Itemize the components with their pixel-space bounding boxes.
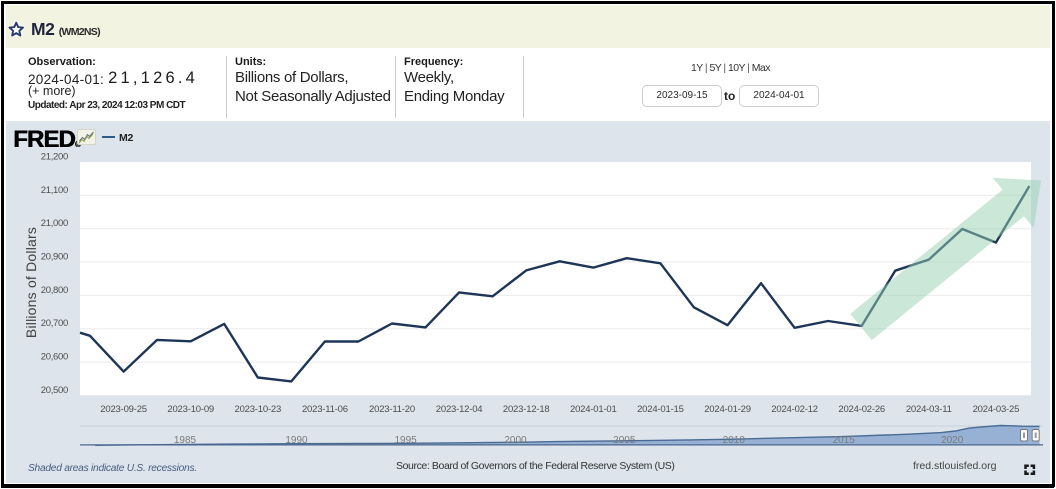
svg-text:20,500: 20,500 — [41, 385, 68, 396]
svg-text:2024-02-12: 2024-02-12 — [771, 404, 818, 415]
svg-text:2023-09-25: 2023-09-25 — [100, 404, 147, 415]
svg-text:1990: 1990 — [285, 435, 308, 446]
svg-text:2023-10-09: 2023-10-09 — [167, 404, 214, 415]
svg-text:2023-12-04: 2023-12-04 — [436, 404, 483, 415]
svg-text:2000: 2000 — [504, 435, 527, 446]
svg-text:2024-01-15: 2024-01-15 — [637, 404, 684, 415]
svg-text:2024-01-01: 2024-01-01 — [570, 404, 617, 415]
svg-text:2010: 2010 — [723, 435, 746, 446]
svg-text:21,000: 21,000 — [41, 218, 68, 229]
svg-text:2023-11-20: 2023-11-20 — [369, 404, 415, 415]
svg-text:1995: 1995 — [394, 435, 417, 446]
svg-text:2015: 2015 — [833, 435, 856, 446]
svg-text:20,900: 20,900 — [41, 252, 68, 263]
svg-text:21,200: 21,200 — [41, 152, 68, 163]
svg-text:2023-11-06: 2023-11-06 — [302, 404, 348, 415]
svg-text:2023-12-18: 2023-12-18 — [503, 404, 550, 415]
svg-text:2024-03-25: 2024-03-25 — [973, 404, 1020, 415]
svg-text:2024-03-11: 2024-03-11 — [906, 404, 952, 415]
svg-text:2005: 2005 — [613, 435, 636, 446]
svg-text:20,700: 20,700 — [41, 318, 68, 329]
svg-text:2023-10-23: 2023-10-23 — [234, 404, 281, 415]
svg-text:Billions of Dollars: Billions of Dollars — [23, 227, 39, 338]
svg-text:21,100: 21,100 — [41, 185, 68, 196]
svg-text:20,600: 20,600 — [41, 352, 68, 363]
svg-text:2020: 2020 — [941, 435, 964, 446]
svg-text:1985: 1985 — [174, 435, 197, 446]
svg-text:20,800: 20,800 — [41, 285, 68, 296]
svg-text:2024-02-26: 2024-02-26 — [838, 404, 885, 415]
svg-text:2024-01-29: 2024-01-29 — [704, 404, 751, 415]
